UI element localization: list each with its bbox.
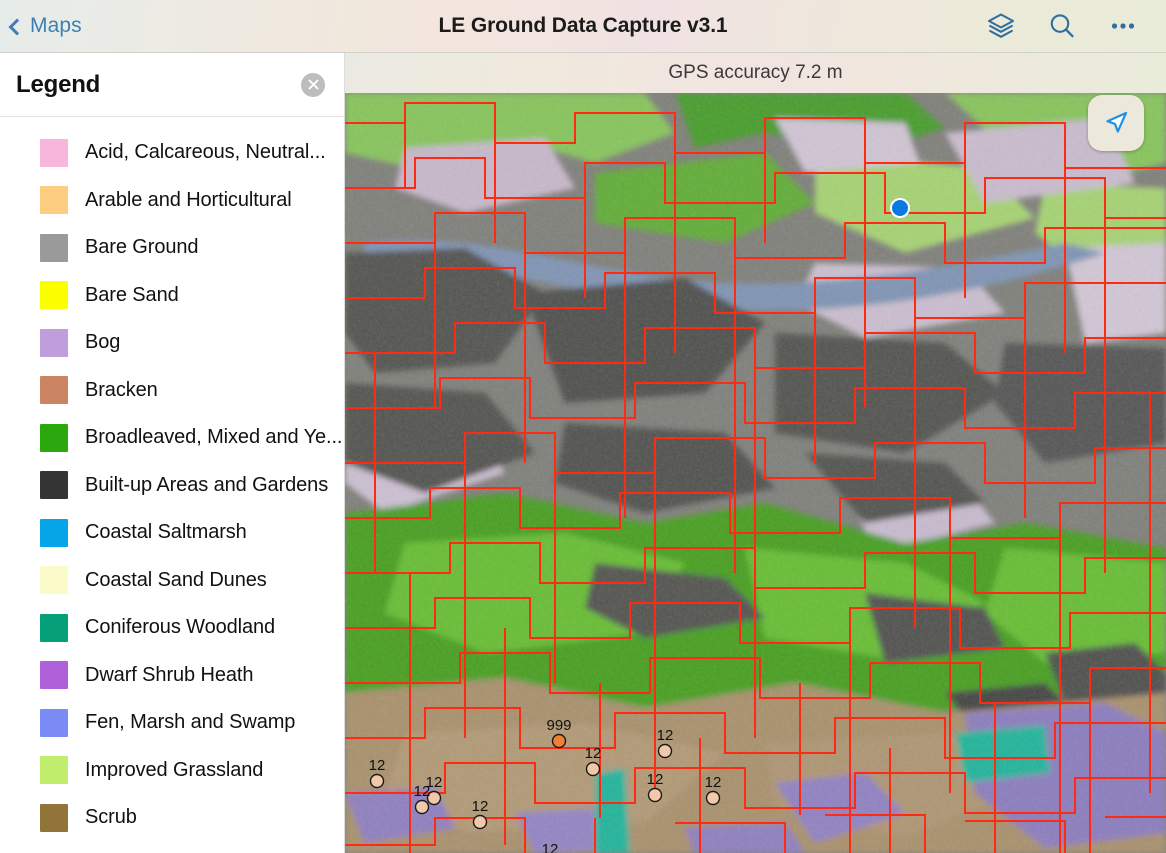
legend-color-swatch — [40, 328, 68, 357]
map-point-label: 12 — [705, 774, 722, 791]
chevron-left-icon — [8, 18, 26, 35]
legend-item[interactable]: Bare Sand — [0, 272, 344, 320]
navigation-arrow-icon — [1106, 111, 1128, 133]
map-point-dot[interactable] — [551, 733, 567, 749]
legend-color-swatch — [40, 281, 68, 310]
legend-color-swatch — [40, 708, 68, 737]
legend-item-label: Scrub — [85, 806, 137, 829]
legend-title: Legend — [16, 70, 101, 98]
map-point-label: 12 — [542, 841, 559, 853]
map-point-dot[interactable] — [647, 787, 663, 803]
legend-item-label: Bracken — [85, 378, 158, 401]
legend-item-label: Broadleaved, Mixed and Ye... — [85, 426, 343, 449]
app-root: Maps LE Ground Data Capture v3.1 GPS acc… — [0, 0, 1166, 853]
navigation-bar: Maps LE Ground Data Capture v3.1 — [0, 0, 1166, 53]
map-canvas[interactable]: 9991212121212121212121712 — [345, 93, 1166, 853]
legend-item-label: Arable and Horticultural — [85, 188, 292, 211]
back-to-maps-button[interactable]: Maps — [8, 0, 88, 52]
map-point-marker[interactable]: 12 — [585, 745, 602, 777]
map-point-dot[interactable] — [369, 773, 385, 789]
legend-color-swatch — [40, 233, 68, 262]
map-point-marker[interactable]: 12 — [414, 783, 431, 815]
map-point-dot[interactable] — [705, 790, 721, 806]
map-imagery: 9991212121212121212121712 — [345, 93, 1166, 853]
legend-color-swatch — [40, 566, 68, 595]
map-point-dot[interactable] — [657, 743, 673, 759]
map-point-label: 12 — [585, 745, 602, 762]
map-point-marker[interactable]: 12 — [369, 757, 386, 789]
legend-item[interactable]: Scrub — [0, 794, 344, 842]
legend-item[interactable]: Built-up Areas and Gardens — [0, 462, 344, 510]
more-icon[interactable] — [1106, 9, 1140, 43]
legend-item-label: Dwarf Shrub Heath — [85, 663, 254, 686]
map-point-marker[interactable]: 12 — [647, 771, 664, 803]
map-point-label: 12 — [657, 727, 674, 744]
map-point-marker[interactable]: 12 — [472, 798, 489, 830]
map-point-label: 12 — [472, 798, 489, 815]
map-point-marker[interactable]: 12 — [542, 841, 559, 853]
current-location-dot — [890, 198, 910, 218]
back-button-label: Maps — [30, 14, 82, 37]
map-point-label: 12 — [647, 771, 664, 788]
legend-item[interactable]: Broadleaved, Mixed and Ye... — [0, 414, 344, 462]
gps-accuracy-status: GPS accuracy 7.2 m — [345, 53, 1166, 93]
legend-item-label: Acid, Calcareous, Neutral... — [85, 141, 326, 164]
legend-item[interactable]: Bracken — [0, 367, 344, 415]
legend-item[interactable]: Dwarf Shrub Heath — [0, 652, 344, 700]
legend-color-swatch — [40, 138, 68, 167]
layers-icon[interactable] — [984, 9, 1018, 43]
legend-color-swatch — [40, 471, 68, 500]
legend-color-swatch — [40, 518, 68, 547]
legend-color-swatch — [40, 423, 68, 452]
map-point-dot[interactable] — [472, 814, 488, 830]
legend-item[interactable]: Coastal Saltmarsh — [0, 509, 344, 557]
map-point-label: 12 — [414, 783, 431, 800]
legend-item[interactable]: Fen, Marsh and Swamp — [0, 699, 344, 747]
legend-item-label: Coastal Sand Dunes — [85, 568, 267, 591]
map-point-label: 999 — [546, 717, 571, 734]
legend-item-label: Coastal Saltmarsh — [85, 521, 247, 544]
legend-item[interactable]: Arable and Horticultural — [0, 177, 344, 225]
navbar-actions — [984, 9, 1140, 43]
legend-item-label: Improved Grassland — [85, 758, 264, 781]
map-point-label: 12 — [369, 757, 386, 774]
legend-color-swatch — [40, 661, 68, 690]
map-point-marker[interactable]: 12 — [657, 727, 674, 759]
legend-item-label: Bog — [85, 331, 121, 354]
legend-color-swatch — [40, 756, 68, 785]
legend-color-swatch — [40, 376, 68, 405]
legend-item[interactable]: Coastal Sand Dunes — [0, 557, 344, 605]
legend-color-swatch — [40, 613, 68, 642]
legend-item[interactable]: Acid, Calcareous, Neutral... — [0, 129, 344, 177]
locate-me-button[interactable] — [1088, 95, 1144, 151]
legend-color-swatch — [40, 186, 68, 215]
legend-color-swatch — [40, 803, 68, 832]
map-point-dot[interactable] — [414, 799, 430, 815]
legend-item-list: Acid, Calcareous, Neutral... Arable and H… — [0, 117, 344, 853]
legend-header: Legend — [0, 53, 344, 117]
legend-item-label: Bare Sand — [85, 283, 179, 306]
search-icon[interactable] — [1045, 9, 1079, 43]
legend-panel: Legend Acid, Calcareous, Neutral... Arabl… — [0, 53, 345, 853]
map-point-marker[interactable]: 12 — [705, 774, 722, 806]
legend-item-label: Coniferous Woodland — [85, 616, 276, 639]
legend-item-label: Fen, Marsh and Swamp — [85, 711, 296, 734]
legend-item[interactable]: Bog — [0, 319, 344, 367]
legend-item-label: Built-up Areas and Gardens — [85, 473, 329, 496]
legend-item[interactable]: Coniferous Woodland — [0, 604, 344, 652]
close-icon[interactable] — [301, 72, 325, 97]
map-point-dot[interactable] — [585, 761, 601, 777]
legend-item-label: Bare Ground — [85, 236, 199, 259]
legend-item[interactable]: Bare Ground — [0, 224, 344, 272]
legend-item[interactable]: Improved Grassland — [0, 747, 344, 795]
